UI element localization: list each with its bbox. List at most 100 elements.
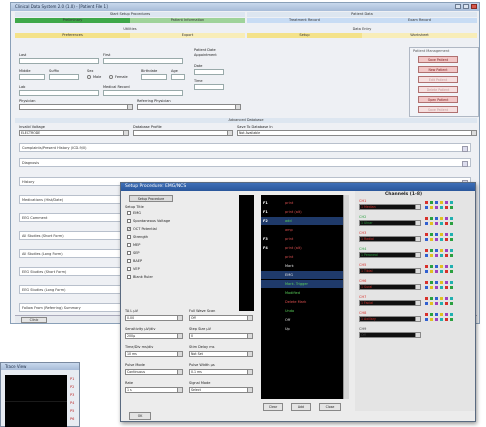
command-row[interactable]: F1 print [261, 199, 343, 207]
tab-patient-information[interactable]: Patient Information [130, 18, 245, 23]
color-swatch[interactable] [435, 249, 438, 252]
first-name-field[interactable] [103, 58, 183, 64]
color-swatch[interactable] [425, 222, 428, 225]
color-swatch[interactable] [450, 318, 453, 321]
color-swatch[interactable] [425, 201, 428, 204]
color-swatch[interactable] [430, 302, 433, 305]
date-field[interactable] [194, 69, 224, 75]
last-name-field[interactable] [19, 58, 99, 64]
command-row[interactable]: EMG [261, 271, 343, 279]
color-swatch[interactable] [440, 297, 443, 300]
color-swatch[interactable] [445, 286, 448, 289]
color-swatch[interactable] [440, 286, 443, 289]
channel-select[interactable]: 1 Tibial [359, 268, 421, 274]
minimize-button[interactable] [455, 4, 461, 9]
section-complaints[interactable]: Complaints/Present History (ICD-9/0) [19, 143, 471, 152]
command-list[interactable]: F1 print F1 print (alt) F2 add amp F3 print F4 pri… [261, 195, 343, 399]
color-swatch[interactable] [440, 318, 443, 321]
physician-select[interactable] [19, 104, 133, 110]
color-swatch[interactable] [445, 318, 448, 321]
color-swatch[interactable] [440, 270, 443, 273]
color-swatch[interactable] [445, 222, 448, 225]
color-swatch[interactable] [440, 206, 443, 209]
color-swatch[interactable] [440, 222, 443, 225]
command-row[interactable]: Up [261, 325, 343, 333]
chevron-down-icon[interactable] [415, 253, 420, 257]
channel-select[interactable]: 1 Radial [359, 236, 421, 242]
chevron-down-icon[interactable] [247, 334, 252, 338]
channel-select[interactable]: Off [359, 332, 421, 338]
delete-patient-button[interactable]: Delete Patient [418, 86, 458, 93]
channel-select[interactable]: 1 Median [359, 204, 421, 210]
color-swatch[interactable] [435, 297, 438, 300]
color-swatch[interactable] [430, 281, 433, 284]
command-row[interactable]: F1 print (alt) [261, 208, 343, 216]
color-swatch[interactable] [425, 297, 428, 300]
color-swatch[interactable] [445, 313, 448, 316]
open-patient-button[interactable]: Open Patient [418, 96, 458, 103]
color-swatch[interactable] [435, 318, 438, 321]
color-swatch[interactable] [435, 201, 438, 204]
color-swatch[interactable] [425, 233, 428, 236]
color-swatch[interactable] [440, 249, 443, 252]
database-profile-select[interactable] [133, 130, 233, 136]
tab-exam-record[interactable]: Exam Record [362, 18, 477, 23]
invalid-voltage-select[interactable]: ELECTRODE [19, 130, 129, 136]
chevron-down-icon[interactable] [177, 370, 182, 374]
color-swatch[interactable] [440, 254, 443, 257]
chevron-down-icon[interactable] [177, 388, 182, 392]
color-swatch[interactable] [445, 254, 448, 257]
procedure-checkbox[interactable] [127, 251, 131, 255]
section-diagnosis[interactable]: Diagnosis [19, 158, 471, 167]
tab-worksheet[interactable]: Worksheet [362, 33, 477, 38]
color-swatch[interactable] [445, 217, 448, 220]
color-swatch[interactable] [425, 265, 428, 268]
save-patient-button[interactable]: Save Patient [418, 56, 458, 63]
command-row[interactable]: F2 add [261, 217, 343, 225]
middle-name-field[interactable] [19, 74, 45, 80]
chevron-down-icon[interactable] [462, 161, 468, 167]
procedure-checkbox[interactable] [127, 211, 131, 215]
color-swatch[interactable] [430, 217, 433, 220]
setting-select[interactable]: 0 [189, 333, 253, 339]
command-row[interactable]: Mark. Trigger [261, 280, 343, 288]
command-row[interactable]: amp [261, 226, 343, 234]
command-row[interactable]: print [261, 253, 343, 261]
color-swatch[interactable] [450, 265, 453, 268]
color-swatch[interactable] [430, 201, 433, 204]
color-swatch[interactable] [435, 265, 438, 268]
color-swatch[interactable] [440, 281, 443, 284]
chevron-down-icon[interactable] [247, 316, 252, 320]
color-swatch[interactable] [430, 313, 433, 316]
color-swatch[interactable] [435, 254, 438, 257]
chevron-down-icon[interactable] [177, 334, 182, 338]
color-swatch[interactable] [445, 238, 448, 241]
color-swatch[interactable] [435, 270, 438, 273]
color-swatch[interactable] [450, 297, 453, 300]
color-swatch[interactable] [430, 318, 433, 321]
color-swatch[interactable] [445, 270, 448, 273]
command-row[interactable]: Mark [261, 262, 343, 270]
procedure-checkbox[interactable] [127, 267, 131, 271]
channel-select[interactable]: 1 Axillary [359, 316, 421, 322]
close-dialog-button[interactable]: Close [319, 403, 341, 411]
tab-setup-procedure[interactable]: Setup Procedure [129, 195, 173, 202]
tab-export[interactable]: Export [130, 33, 245, 38]
procedure-checkbox[interactable] [127, 243, 131, 247]
color-swatch[interactable] [430, 297, 433, 300]
chevron-down-icon[interactable] [415, 285, 420, 289]
close-button[interactable] [471, 4, 477, 9]
birthdate-field[interactable] [141, 74, 167, 80]
setting-select[interactable]: Select [189, 387, 253, 393]
command-row[interactable]: F3 print [261, 235, 343, 243]
color-swatch[interactable] [430, 222, 433, 225]
command-row[interactable]: Undo [261, 307, 343, 315]
procedure-checkbox[interactable] [127, 275, 131, 279]
chevron-down-icon[interactable] [177, 352, 182, 356]
color-swatch[interactable] [435, 206, 438, 209]
color-swatch[interactable] [445, 201, 448, 204]
color-swatch[interactable] [450, 206, 453, 209]
color-swatch[interactable] [440, 238, 443, 241]
color-swatch[interactable] [450, 249, 453, 252]
channel-select[interactable]: 1 Ulnar [359, 220, 421, 226]
